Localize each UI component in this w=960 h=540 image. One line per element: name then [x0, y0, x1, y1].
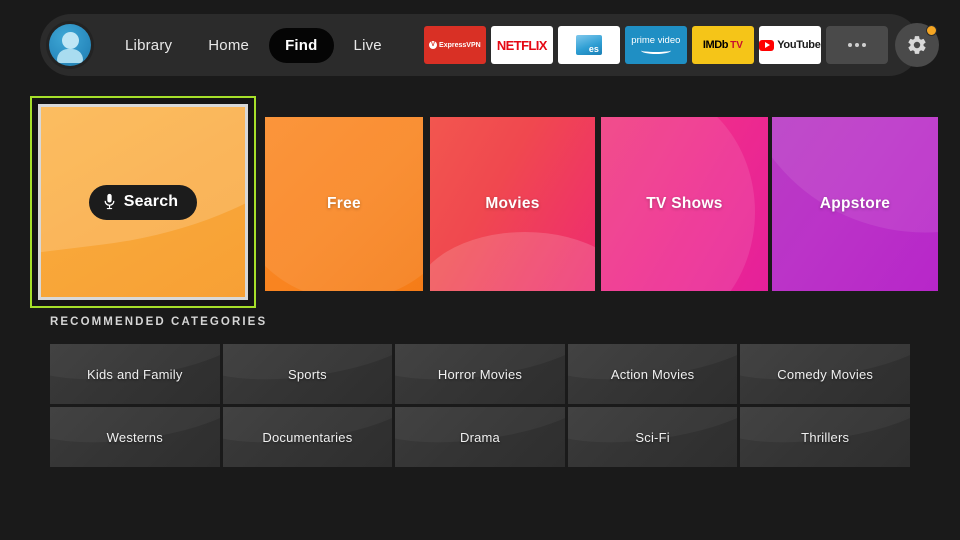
category-tile-sci-fi[interactable]: Sci-Fi: [567, 407, 738, 467]
main-tile-row: Search Free Movies TV Shows Appstore: [30, 96, 938, 308]
avatar-head-shape: [61, 31, 79, 49]
tile-movies[interactable]: Movies: [430, 117, 595, 291]
settings-button[interactable]: [894, 23, 939, 67]
recommended-categories-heading: RECOMMENDED CATEGORIES: [50, 316, 268, 328]
prime-video-wordmark: prime video: [631, 35, 681, 47]
tile-tv-shows[interactable]: TV Shows: [601, 117, 768, 291]
folder-icon: es: [575, 35, 602, 55]
avatar[interactable]: [49, 24, 91, 66]
expressvpn-mark-icon: V: [429, 41, 438, 49]
category-label: Drama: [459, 429, 500, 445]
nav-item-live[interactable]: Live: [338, 28, 398, 63]
app-shortcut-netflix[interactable]: NETFLIX: [490, 26, 553, 64]
nav-item-library[interactable]: Library: [109, 28, 188, 63]
category-tile-thrillers[interactable]: Thrillers: [740, 407, 910, 467]
notification-badge: [925, 25, 937, 36]
decorative-wave: [430, 231, 595, 291]
category-tile-drama[interactable]: Drama: [395, 407, 565, 467]
amazon-smile-icon: [640, 47, 671, 54]
youtube-play-icon: [759, 39, 775, 51]
ellipsis-icon: [847, 43, 866, 47]
youtube-wordmark: YouTube: [777, 39, 821, 51]
category-label: Sports: [288, 366, 327, 382]
tile-free[interactable]: Free: [265, 117, 423, 291]
netflix-wordmark: NETFLIX: [496, 37, 548, 53]
tile-label: TV Shows: [646, 195, 723, 212]
category-label: Horror Movies: [437, 366, 523, 382]
category-tile-westerns[interactable]: Westerns: [50, 407, 220, 467]
category-tile-documentaries[interactable]: Documentaries: [222, 407, 393, 467]
top-navigation-bar: Library Home Find Live V ExpressVPN NETF…: [40, 14, 939, 76]
app-shortcut-prime-video[interactable]: prime video: [624, 26, 687, 64]
category-label: Sci-Fi: [635, 429, 670, 445]
imdb-wordmark: IMDb: [702, 39, 729, 51]
category-label: Kids and Family: [87, 366, 183, 382]
tile-search-inner: Search: [38, 104, 248, 300]
avatar-body-shape: [57, 48, 83, 63]
tile-label: Movies: [485, 195, 540, 212]
es-wordmark: es: [588, 44, 599, 54]
search-pill[interactable]: Search: [88, 184, 198, 220]
nav-item-find[interactable]: Find: [269, 27, 334, 63]
tile-label: Appstore: [819, 195, 891, 212]
expressvpn-logo: V ExpressVPN: [429, 41, 481, 49]
search-label: Search: [123, 193, 179, 210]
category-tile-action-movies[interactable]: Action Movies: [567, 344, 738, 404]
more-apps-button[interactable]: [825, 26, 888, 64]
microphone-icon: [104, 193, 115, 210]
category-tile-horror-movies[interactable]: Horror Movies: [395, 344, 565, 404]
nav-item-home[interactable]: Home: [192, 28, 265, 63]
app-shortcut-youtube[interactable]: YouTube: [758, 26, 821, 64]
tile-search[interactable]: Search: [30, 96, 256, 308]
category-tile-comedy-movies[interactable]: Comedy Movies: [740, 344, 910, 404]
recommended-categories-grid: Kids and Family Sports Horror Movies Act…: [50, 344, 910, 467]
app-shortcut-imdb-tv[interactable]: IMDb TV: [691, 26, 754, 64]
app-shortcut-row: V ExpressVPN NETFLIX es prime video IMDb…: [423, 26, 888, 64]
category-tile-sports[interactable]: Sports: [222, 344, 393, 404]
category-label: Documentaries: [262, 429, 353, 445]
app-shortcut-es-file-explorer[interactable]: es: [557, 26, 620, 64]
decorative-wave: [41, 107, 245, 258]
tile-label: Free: [327, 195, 361, 212]
nav-links: Library Home Find Live: [109, 27, 398, 63]
app-shortcut-expressvpn[interactable]: V ExpressVPN: [423, 26, 486, 64]
imdb-tv-suffix: TV: [730, 39, 743, 51]
tile-appstore[interactable]: Appstore: [772, 117, 938, 291]
category-label: Thrillers: [801, 429, 850, 445]
expressvpn-wordmark: ExpressVPN: [439, 41, 481, 49]
category-label: Westerns: [106, 429, 163, 445]
category-label: Action Movies: [610, 366, 695, 382]
decorative-wave: [772, 117, 938, 249]
category-tile-kids-and-family[interactable]: Kids and Family: [50, 344, 220, 404]
gear-icon: [908, 36, 926, 54]
category-label: Comedy Movies: [777, 366, 874, 382]
